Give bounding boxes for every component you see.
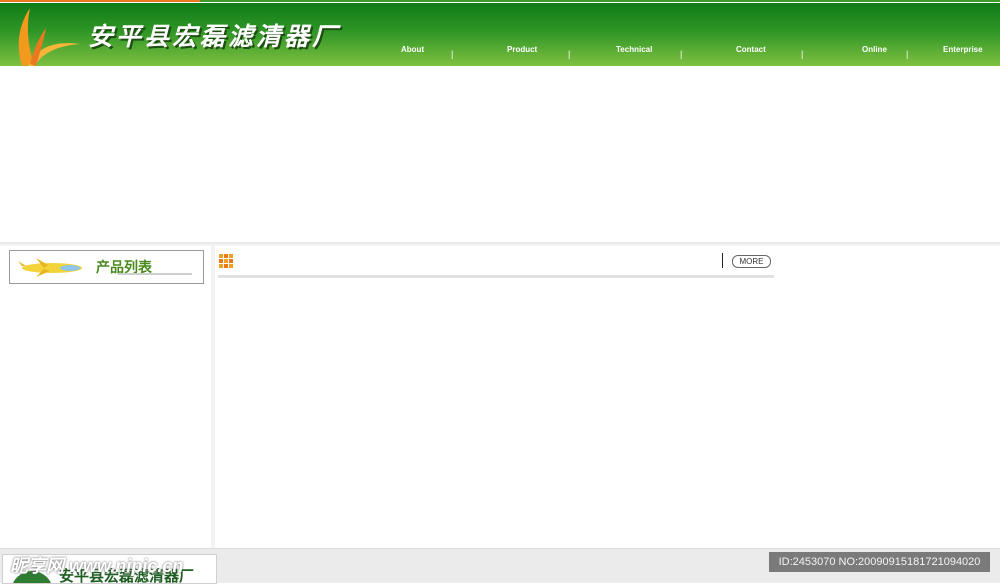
nav-technical[interactable]: Technical — [616, 45, 652, 54]
more-button[interactable]: MORE — [732, 255, 771, 268]
nav-separator: | — [680, 49, 683, 59]
top-accent-strip — [0, 0, 200, 2]
nav-about[interactable]: About — [401, 45, 424, 54]
watermark-site: 昵享网 www.nipic.cn — [10, 556, 184, 576]
watermark-id: ID:2453070 NO:20090915181721094020 — [769, 552, 990, 572]
top-green-strip — [200, 0, 1000, 2]
nav-separator: | — [801, 49, 804, 59]
logo-icon — [18, 8, 80, 68]
product-list-header[interactable]: 产品列表 — [9, 250, 204, 284]
site-header: 安平县宏磊滤清器厂 About | Product | Technical | … — [0, 3, 1000, 68]
banner-area — [0, 66, 1000, 242]
product-list-subtitle-line — [118, 273, 192, 275]
nav-separator: | — [568, 49, 571, 59]
nav-contact[interactable]: Contact — [736, 45, 766, 54]
grid-icon — [219, 254, 233, 268]
nav-online[interactable]: Online — [862, 45, 887, 54]
more-separator — [722, 253, 723, 268]
nav-enterprise[interactable]: Enterprise — [943, 45, 983, 54]
nav-product[interactable]: Product — [507, 45, 537, 54]
sidebar — [0, 246, 210, 548]
nav-separator: | — [451, 49, 454, 59]
airplane-icon — [18, 258, 82, 277]
nav-separator: | — [906, 49, 909, 59]
company-name: 安平县宏磊滤清器厂 — [88, 22, 341, 51]
content-header-rule — [218, 275, 774, 278]
column-separator — [211, 246, 215, 548]
